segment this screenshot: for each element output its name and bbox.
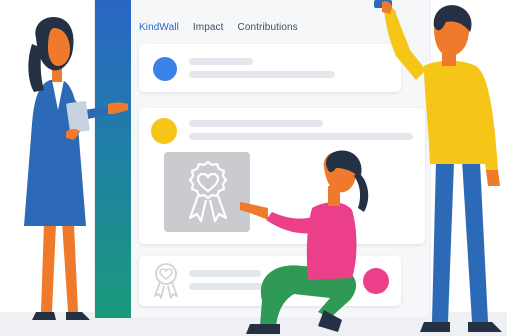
post-avatar-blue	[153, 57, 177, 81]
nav-contributions[interactable]: Contributions	[238, 22, 298, 33]
feed-card-1[interactable]	[139, 44, 401, 92]
woman-kneeling-pointing-figure	[240, 150, 369, 334]
woman-holding-tablet-figure	[24, 16, 128, 320]
nav-kindwall[interactable]: KindWall	[139, 22, 179, 33]
man-pinning-note-figure	[374, 0, 502, 332]
post-avatar-yellow	[151, 118, 177, 144]
post-title-placeholder	[189, 120, 323, 127]
heart-ribbon-badge-icon	[188, 160, 228, 223]
post-text-placeholder	[189, 71, 335, 78]
nav-impact[interactable]: Impact	[193, 22, 224, 33]
board-nav: KindWall Impact Contributions	[139, 18, 298, 36]
small-heart-ribbon-icon	[154, 263, 178, 299]
post-title-placeholder	[189, 58, 253, 65]
